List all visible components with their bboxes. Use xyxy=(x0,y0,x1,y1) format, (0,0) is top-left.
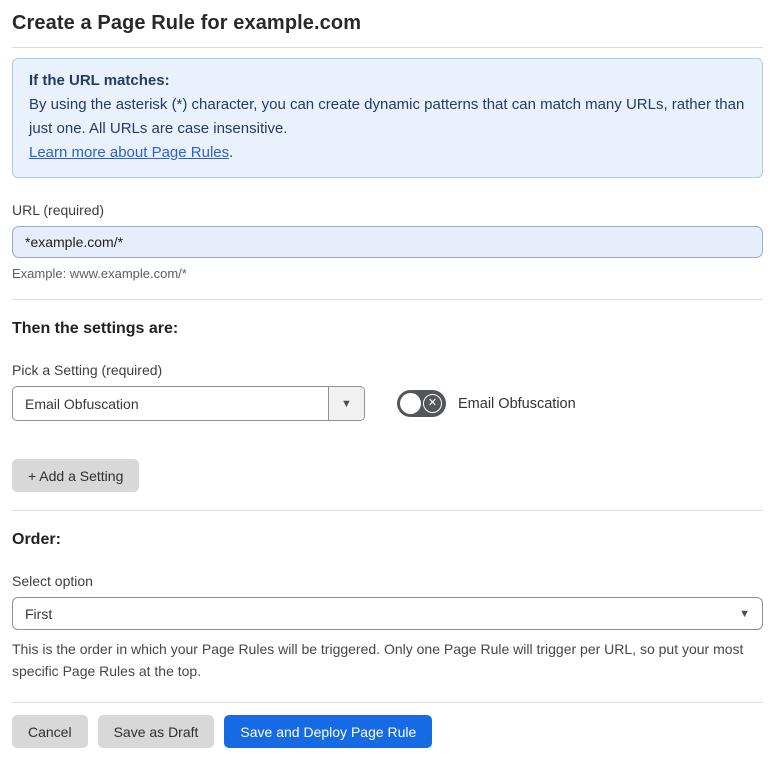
toggle-off-x-icon: ✕ xyxy=(423,394,442,413)
divider xyxy=(12,510,763,511)
toggle-knob xyxy=(400,393,421,414)
learn-more-link[interactable]: Learn more about Page Rules xyxy=(29,144,229,161)
info-link-line: Learn more about Page Rules. xyxy=(29,141,746,165)
setting-select-caret-button[interactable]: ▼ xyxy=(328,387,364,420)
page-rule-form: Create a Page Rule for example.com If th… xyxy=(0,0,775,762)
url-match-info-box: If the URL matches: By using the asteris… xyxy=(12,58,763,178)
order-help-text: This is the order in which your Page Rul… xyxy=(12,641,744,679)
url-field-example: Example: www.example.com/* xyxy=(12,266,187,281)
setting-select[interactable]: Email Obfuscation ▼ xyxy=(12,386,365,421)
link-suffix: . xyxy=(229,144,234,161)
setting-row: Email Obfuscation ▼ ✕ Email Obfuscation xyxy=(12,386,763,421)
email-obfuscation-toggle-group: ✕ Email Obfuscation xyxy=(397,390,576,417)
toggle-label: Email Obfuscation xyxy=(458,395,576,412)
save-as-draft-button[interactable]: Save as Draft xyxy=(97,715,215,748)
order-section-heading: Order: xyxy=(12,531,61,548)
order-select-value: First xyxy=(25,605,53,622)
info-box-body: By using the asterisk (*) character, you… xyxy=(29,96,745,137)
divider xyxy=(12,47,763,48)
settings-section-heading: Then the settings are: xyxy=(12,320,179,337)
info-box-heading: If the URL matches: xyxy=(29,72,170,89)
url-input[interactable] xyxy=(12,226,763,258)
footer-button-row: Cancel Save as Draft Save and Deploy Pag… xyxy=(12,715,763,748)
chevron-down-icon: ▼ xyxy=(341,397,352,410)
divider xyxy=(12,702,763,703)
save-and-deploy-button[interactable]: Save and Deploy Page Rule xyxy=(224,715,433,748)
setting-select-value: Email Obfuscation xyxy=(25,395,139,412)
divider xyxy=(12,299,763,300)
email-obfuscation-toggle[interactable]: ✕ xyxy=(397,390,446,417)
chevron-down-icon: ▼ xyxy=(739,607,750,620)
add-setting-button[interactable]: + Add a Setting xyxy=(12,459,140,492)
order-select-label: Select option xyxy=(12,573,93,589)
order-select[interactable]: First ▼ xyxy=(12,597,763,630)
page-title: Create a Page Rule for example.com xyxy=(12,12,362,34)
setting-picker-label: Pick a Setting (required) xyxy=(12,362,163,378)
url-field-label: URL (required) xyxy=(12,202,105,218)
cancel-button[interactable]: Cancel xyxy=(12,715,88,748)
